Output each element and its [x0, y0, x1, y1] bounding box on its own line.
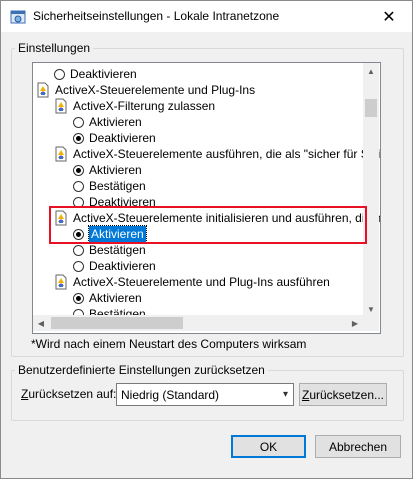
- reset-button[interactable]: Zurücksetzen...: [299, 383, 387, 406]
- radio-option[interactable]: Deaktivieren: [73, 194, 156, 210]
- item-label: Deaktivieren: [89, 131, 156, 145]
- radio-option[interactable]: Deaktivieren: [54, 66, 137, 82]
- item-label: Deaktivieren: [89, 195, 156, 209]
- radio-button-icon[interactable]: [73, 260, 84, 272]
- radio-option[interactable]: Aktivieren: [73, 162, 142, 178]
- internet-options-icon: [10, 10, 26, 24]
- security-settings-dialog: Sicherheitseinstellungen - Lokale Intran…: [0, 0, 413, 479]
- close-icon: ✕: [382, 8, 396, 26]
- settings-page-icon: [55, 98, 67, 114]
- tree-section[interactable]: ActiveX-Steuerelemente und Plug-Ins: [36, 82, 255, 98]
- tree-setting[interactable]: ActiveX-Steuerelemente und Plug-Ins ausf…: [54, 274, 330, 290]
- settings-page-icon: [55, 146, 67, 162]
- radio-option[interactable]: Aktivieren: [73, 290, 142, 306]
- scroll-up-icon[interactable]: ▲: [363, 63, 379, 79]
- item-label: Deaktivieren: [89, 259, 156, 273]
- scroll-corner: [363, 315, 379, 331]
- scroll-right-icon[interactable]: ▶: [347, 315, 363, 331]
- radio-button-icon[interactable]: [73, 164, 84, 176]
- radio-option[interactable]: Aktivieren: [73, 114, 142, 130]
- radio-option[interactable]: Deaktivieren: [73, 258, 156, 274]
- item-label: Bestätigen: [89, 243, 146, 257]
- radio-button-icon[interactable]: [73, 180, 84, 192]
- radio-option[interactable]: Bestätigen: [73, 242, 146, 258]
- reset-level-select[interactable]: Niedrig (Standard) ▾: [116, 383, 294, 406]
- item-label: Deaktivieren: [70, 67, 137, 81]
- radio-button-icon[interactable]: [73, 228, 84, 240]
- radio-button-icon[interactable]: [73, 132, 84, 144]
- window-title: Sicherheitseinstellungen - Lokale Intran…: [33, 9, 280, 23]
- tree-setting[interactable]: ActiveX-Filterung zulassen: [54, 98, 215, 114]
- item-label: ActiveX-Steuerelemente initialisieren un…: [73, 211, 381, 225]
- reset-to-label: Zurücksetzen auf:: [21, 387, 117, 401]
- radio-option[interactable]: Aktivieren: [73, 225, 147, 243]
- title-bar: Sicherheitseinstellungen - Lokale Intran…: [1, 1, 412, 32]
- item-label: Aktivieren: [89, 115, 142, 129]
- item-label: ActiveX-Steuerelemente ausführen, die al…: [73, 147, 381, 161]
- chevron-down-icon: ▾: [282, 389, 288, 400]
- ok-button[interactable]: OK: [231, 435, 306, 458]
- radio-button-icon[interactable]: [73, 292, 84, 304]
- radio-option[interactable]: Deaktivieren: [73, 130, 156, 146]
- radio-button-icon[interactable]: [73, 244, 84, 256]
- radio-button-icon[interactable]: [54, 68, 65, 80]
- item-label: ActiveX-Steuerelemente und Plug-Ins: [55, 83, 256, 97]
- cancel-button[interactable]: Abbrechen: [315, 435, 401, 458]
- horizontal-scrollbar[interactable]: ◀ ▶: [33, 315, 363, 331]
- close-button[interactable]: ✕: [366, 1, 412, 32]
- radio-button-icon[interactable]: [73, 116, 84, 128]
- tree-setting[interactable]: ActiveX-Steuerelemente ausführen, die al…: [54, 146, 381, 162]
- radio-button-icon[interactable]: [73, 196, 84, 208]
- settings-group-label: Einstellungen: [15, 41, 94, 55]
- vertical-scroll-thumb[interactable]: [365, 99, 377, 117]
- scroll-left-icon[interactable]: ◀: [33, 315, 49, 331]
- item-label: Aktivieren: [89, 163, 142, 177]
- item-label: Aktivieren: [89, 291, 142, 305]
- horizontal-scroll-thumb[interactable]: [51, 317, 183, 329]
- restart-note: *Wird nach einem Neustart des Computers …: [31, 337, 307, 351]
- tree-setting[interactable]: ActiveX-Steuerelemente initialisieren un…: [54, 210, 381, 226]
- vertical-scrollbar[interactable]: ▲ ▼: [363, 63, 379, 317]
- radio-option[interactable]: Bestätigen: [73, 178, 146, 194]
- settings-page-icon: [37, 82, 49, 98]
- item-label: ActiveX-Steuerelemente und Plug-Ins ausf…: [73, 275, 330, 289]
- settings-page-icon: [55, 274, 67, 290]
- item-label: Aktivieren: [88, 225, 147, 243]
- reset-level-value: Niedrig (Standard): [121, 387, 220, 402]
- settings-tree[interactable]: Deaktivieren ActiveX-Steuerelemente und P…: [32, 62, 381, 334]
- settings-page-icon: [55, 210, 67, 226]
- reset-group-label: Benutzerdefinierte Einstellungen zurücks…: [15, 363, 268, 377]
- item-label: Bestätigen: [89, 179, 146, 193]
- item-label: ActiveX-Filterung zulassen: [73, 99, 216, 113]
